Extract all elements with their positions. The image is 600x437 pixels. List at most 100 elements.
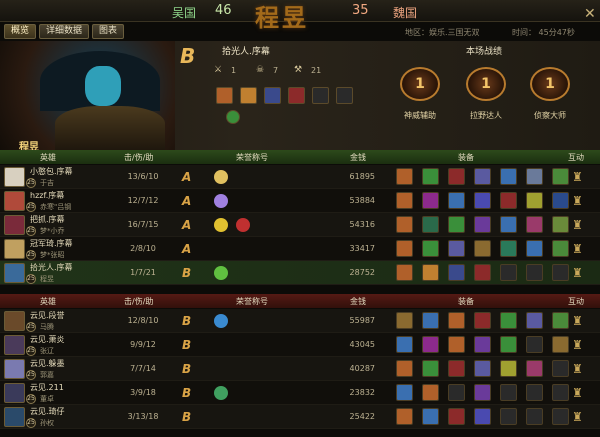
equipment-slot[interactable] — [396, 168, 413, 185]
equipment-slot[interactable] — [526, 168, 543, 185]
equipment-slot[interactable] — [552, 168, 569, 185]
player-name[interactable]: 云见.211 — [30, 382, 64, 393]
equipment-slot[interactable] — [552, 312, 569, 329]
equipment-slot[interactable] — [500, 192, 517, 209]
equipment-slot[interactable] — [474, 312, 491, 329]
equipment-slot[interactable] — [474, 168, 491, 185]
player-name[interactable]: 云见.琦仔 — [30, 406, 65, 417]
hero-avatar[interactable] — [4, 191, 25, 211]
player-row[interactable]: 25 云见.段誉 马腾 12/8/10 B 55987 ♜ — [0, 309, 600, 333]
tab-overview[interactable]: 概览 — [4, 24, 37, 39]
hero-avatar[interactable] — [4, 311, 25, 331]
equipment-slot[interactable] — [396, 312, 413, 329]
equipment-slot[interactable] — [422, 312, 439, 329]
equipment-slot[interactable] — [422, 336, 439, 353]
player-name[interactable]: 把抓.序幕 — [30, 214, 65, 225]
equipment-slot[interactable] — [500, 408, 517, 425]
equipment-slot[interactable] — [448, 312, 465, 329]
hero-avatar[interactable] — [4, 383, 25, 403]
tab-details[interactable]: 详细数据 — [39, 24, 90, 39]
equipment-slot[interactable] — [422, 192, 439, 209]
equipment-slot[interactable] — [396, 264, 413, 281]
gift-icon[interactable]: ♜ — [572, 193, 586, 209]
player-row[interactable]: 25 云见.211 董卓 3/9/18 B 23832 ♜ — [0, 381, 600, 405]
equipment-slot[interactable] — [526, 384, 543, 401]
honor-icon[interactable] — [214, 314, 228, 328]
equipment-slot[interactable] — [552, 336, 569, 353]
equipment-slot[interactable] — [474, 192, 491, 209]
equipment-slot[interactable] — [448, 264, 465, 281]
item-slot[interactable] — [240, 87, 257, 104]
equipment-slot[interactable] — [526, 240, 543, 257]
hero-avatar[interactable] — [4, 263, 25, 283]
item-slot[interactable] — [264, 87, 281, 104]
equipment-slot[interactable] — [526, 360, 543, 377]
equipment-slot[interactable] — [422, 264, 439, 281]
item-slot[interactable] — [336, 87, 353, 104]
equipment-slot[interactable] — [500, 384, 517, 401]
hero-avatar[interactable] — [4, 407, 25, 427]
equipment-slot[interactable] — [552, 360, 569, 377]
equipment-slot[interactable] — [500, 312, 517, 329]
equipment-slot[interactable] — [422, 168, 439, 185]
equipment-slot[interactable] — [474, 384, 491, 401]
equipment-slot[interactable] — [474, 216, 491, 233]
gift-icon[interactable]: ♜ — [572, 313, 586, 329]
equipment-slot[interactable] — [500, 360, 517, 377]
hero-avatar[interactable] — [4, 359, 25, 379]
gift-icon[interactable]: ♜ — [572, 385, 586, 401]
tab-charts[interactable]: 图表 — [92, 24, 125, 39]
equipment-slot[interactable] — [552, 216, 569, 233]
gift-icon[interactable]: ♜ — [572, 241, 586, 257]
equipment-slot[interactable] — [500, 240, 517, 257]
equipment-slot[interactable] — [448, 384, 465, 401]
equipment-slot[interactable] — [422, 384, 439, 401]
gift-icon[interactable]: ♜ — [572, 409, 586, 425]
equipment-slot[interactable] — [422, 360, 439, 377]
equipment-slot[interactable] — [526, 264, 543, 281]
equipment-slot[interactable] — [448, 408, 465, 425]
player-name[interactable]: 云见.躲墨 — [30, 358, 65, 369]
equipment-slot[interactable] — [448, 216, 465, 233]
equipment-slot[interactable] — [500, 264, 517, 281]
equipment-slot[interactable] — [552, 240, 569, 257]
player-name[interactable]: hzzf.序幕 — [30, 190, 64, 201]
equipment-slot[interactable] — [422, 216, 439, 233]
hero-avatar[interactable] — [4, 167, 25, 187]
equipment-slot[interactable] — [396, 360, 413, 377]
item-slot[interactable] — [312, 87, 329, 104]
equipment-slot[interactable] — [448, 192, 465, 209]
equipment-slot[interactable] — [422, 240, 439, 257]
player-name[interactable]: 冠军琦.序幕 — [30, 238, 73, 249]
equipment-slot[interactable] — [500, 336, 517, 353]
honor-icon[interactable] — [236, 218, 250, 232]
player-row[interactable]: 25 云见.躲墨 郭嘉 7/7/14 B 40287 ♜ — [0, 357, 600, 381]
item-slot[interactable] — [288, 87, 305, 104]
player-row[interactable]: 25 把抓.序幕 梦*小乔 16/7/15 A 54316 ♜ — [0, 213, 600, 237]
player-name[interactable]: 小憨包.序幕 — [30, 166, 73, 177]
equipment-slot[interactable] — [552, 264, 569, 281]
equipment-slot[interactable] — [396, 240, 413, 257]
equipment-slot[interactable] — [396, 216, 413, 233]
equipment-slot[interactable] — [396, 384, 413, 401]
gift-icon[interactable]: ♜ — [572, 169, 586, 185]
equipment-slot[interactable] — [526, 408, 543, 425]
honor-icon[interactable] — [214, 266, 228, 280]
item-slot[interactable] — [216, 87, 233, 104]
equipment-slot[interactable] — [474, 408, 491, 425]
equipment-slot[interactable] — [526, 336, 543, 353]
equipment-slot[interactable] — [526, 192, 543, 209]
honor-icon[interactable] — [214, 386, 228, 400]
player-row[interactable]: 25 冠军琦.序幕 梦*张昭 2/8/10 A 33417 ♜ — [0, 237, 600, 261]
hero-avatar[interactable] — [4, 335, 25, 355]
player-row[interactable]: 25 云见.萧炎 张辽 9/9/12 B 43045 ♜ — [0, 333, 600, 357]
equipment-slot[interactable] — [448, 168, 465, 185]
equipment-slot[interactable] — [422, 408, 439, 425]
equipment-slot[interactable] — [396, 192, 413, 209]
equipment-slot[interactable] — [448, 360, 465, 377]
equipment-slot[interactable] — [474, 240, 491, 257]
equipment-slot[interactable] — [474, 264, 491, 281]
equipment-slot[interactable] — [448, 240, 465, 257]
player-name[interactable]: 云见.萧炎 — [30, 334, 65, 345]
player-row[interactable]: 25 小憨包.序幕 于吉 13/6/10 A 61895 ♜ — [0, 165, 600, 189]
